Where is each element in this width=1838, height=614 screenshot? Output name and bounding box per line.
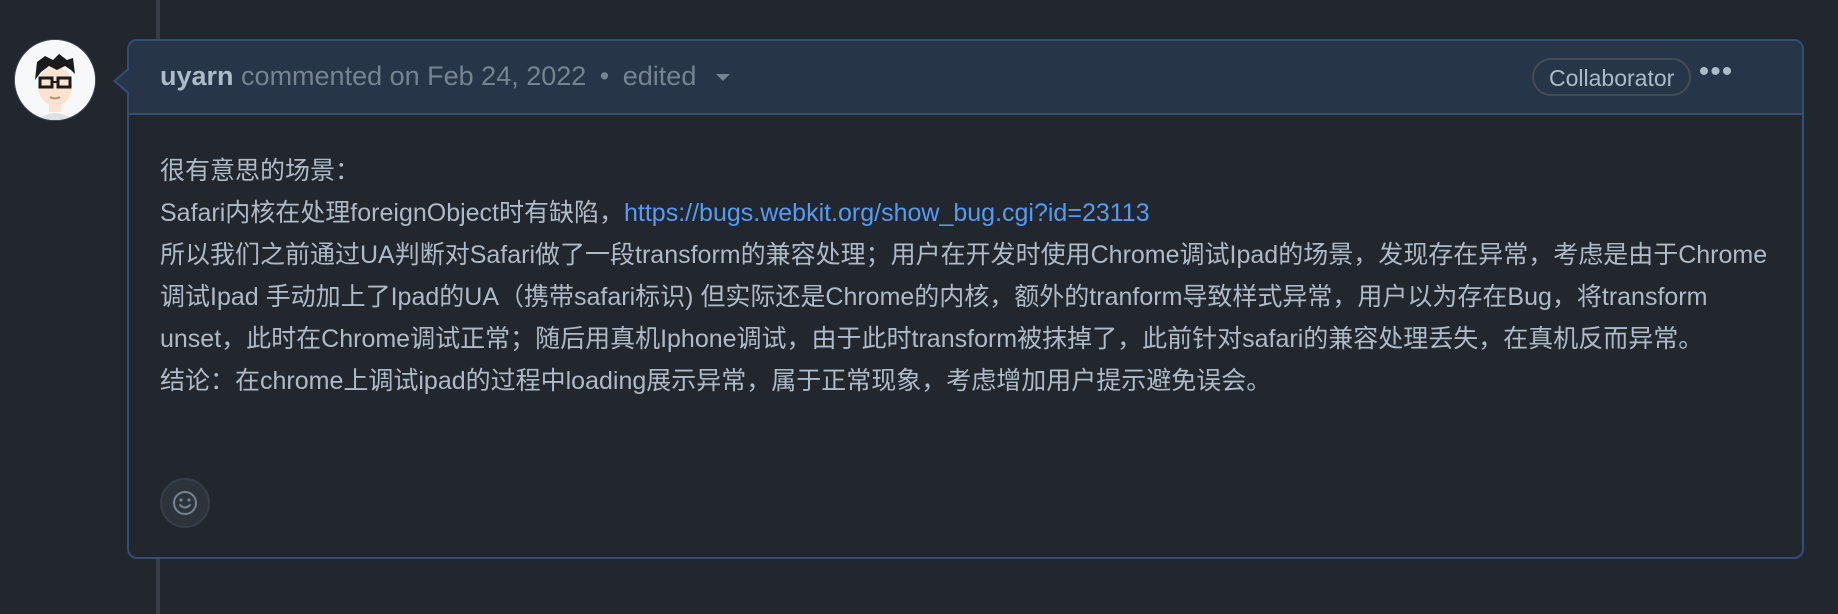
body-paragraph: 所以我们之前通过UA判断对Safari做了一段transform的兼容处理；用户… — [160, 241, 1768, 353]
triangle-down-icon — [715, 74, 730, 82]
body-line: Safari内核在处理foreignObject时有缺陷，https://bug… — [160, 192, 1770, 234]
edited-dropdown[interactable]: edited — [623, 61, 730, 91]
comment-box: uyarn commented on Feb 24, 2022 • edited… — [113, 39, 1804, 559]
issue-timeline: uyarn commented on Feb 24, 2022 • edited… — [0, 0, 1838, 614]
comment-body: 很有意思的场景： Safari内核在处理foreignObject时有缺陷，ht… — [160, 150, 1770, 402]
smiley-icon — [173, 491, 197, 515]
body-conclusion: 结论：在chrome上调试ipad的过程中loading展示异常，属于正常现象，… — [160, 367, 1272, 395]
add-reaction-button[interactable] — [160, 478, 210, 528]
separator: • — [599, 61, 610, 91]
body-text: Safari内核在处理foreignObject时有缺陷， — [160, 199, 625, 227]
kebab-horizontal-icon[interactable]: ••• — [1696, 57, 1736, 91]
comment-timestamp[interactable]: commented on Feb 24, 2022 — [241, 61, 586, 91]
edited-label: edited — [622, 61, 697, 91]
body-line: 很有意思的场景： — [160, 157, 361, 185]
comment-header: uyarn commented on Feb 24, 2022 • edited… — [129, 41, 1802, 115]
collaborator-badge: Collaborator — [1532, 58, 1692, 96]
webkit-bug-link[interactable]: https://bugs.webkit.org/show_bug.cgi?id=… — [624, 199, 1150, 227]
author-link[interactable]: uyarn — [160, 61, 234, 91]
avatar[interactable] — [14, 39, 96, 121]
